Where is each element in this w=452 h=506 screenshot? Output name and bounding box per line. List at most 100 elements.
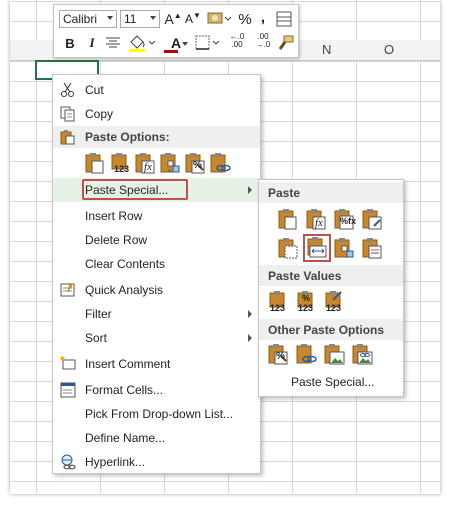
sub-formatting-button[interactable]: % <box>267 343 289 365</box>
format-painter-mini-button[interactable] <box>275 10 293 28</box>
chevron-down-icon <box>182 42 188 46</box>
font-size-value: 11 <box>124 12 137 26</box>
transpose-icon <box>160 153 180 173</box>
sub-linked-picture-button[interactable] <box>351 343 373 365</box>
font-color-icon: A <box>170 35 182 51</box>
shrink-font-icon: A <box>185 12 194 26</box>
font-name-value: Calibri <box>63 12 98 26</box>
paste-button[interactable] <box>84 152 106 174</box>
fill-color-bucket-icon <box>129 35 156 52</box>
sub-values-source-formatting-button[interactable]: 123 <box>323 290 345 313</box>
scissors-icon <box>61 82 74 97</box>
submenu-section-paste: Paste <box>259 182 403 203</box>
menu-item-label: Pick From Drop-down List... <box>85 407 234 421</box>
grow-font-button[interactable]: A ▲ <box>164 10 182 28</box>
paste-values-button[interactable]: 123 <box>109 152 131 174</box>
menu-item-quick-analysis[interactable]: Quick Analysis <box>53 278 260 302</box>
paste-transpose-button[interactable] <box>159 152 181 174</box>
paste-clipboard-icon <box>85 153 104 174</box>
menu-item-filter[interactable]: Filter <box>53 302 260 326</box>
shrink-font-button[interactable]: A ▼ <box>184 10 202 28</box>
align-center-icon <box>106 37 120 48</box>
menu-item-copy[interactable]: Copy <box>53 102 260 126</box>
percent-text: % <box>276 351 285 362</box>
format-cells-icon <box>60 382 76 398</box>
bold-button[interactable]: B <box>62 34 78 52</box>
menu-item-hyperlink[interactable]: Hyperlink... <box>53 450 260 474</box>
menu-item-sort[interactable]: Sort <box>53 326 260 350</box>
paste-clipboard-icon <box>278 209 297 230</box>
menu-item-label: Insert Row <box>85 209 143 223</box>
keep-column-widths-icon <box>307 237 327 258</box>
menu-item-clear-contents[interactable]: Clear Contents <box>53 252 260 276</box>
menu-item-delete-row[interactable]: Delete Row <box>53 228 260 252</box>
paste-formulas-button[interactable]: fx <box>134 152 156 174</box>
borders-icon <box>195 35 220 50</box>
menu-item-label: Quick Analysis <box>85 283 164 297</box>
menu-item-insert-row[interactable]: Insert Row <box>53 204 260 228</box>
sub-keep-source-formatting-button[interactable] <box>361 208 383 230</box>
accounting-format-button[interactable] <box>206 10 232 28</box>
paste-options-header: Paste Options: <box>53 126 260 148</box>
hyperlink-icon <box>61 454 76 470</box>
comma-style-button[interactable]: , <box>257 8 269 26</box>
new-comment-icon <box>60 356 76 370</box>
italic-button[interactable]: I <box>84 34 100 52</box>
menu-item-label: Hyperlink... <box>85 455 146 469</box>
paste-options-label: Paste Options: <box>85 130 170 144</box>
decrease-decimal-button[interactable]: .00 →.0 <box>252 32 274 50</box>
context-menu: Cut Copy Paste Options: 123 fx % Paste S… <box>52 74 261 474</box>
menu-item-label: Cut <box>85 83 104 97</box>
column-header-n[interactable]: N <box>322 42 331 57</box>
sub-transpose-button[interactable] <box>333 237 355 259</box>
sub-values-button[interactable]: 123 <box>267 290 289 313</box>
paste-link-button[interactable] <box>209 152 231 174</box>
sub-merge-conditional-formatting-button[interactable] <box>361 237 383 259</box>
sub-keep-column-widths-button[interactable] <box>303 234 331 262</box>
percent-text: % <box>302 293 311 303</box>
merge-conditional-formatting-icon <box>362 238 382 259</box>
fill-color-button[interactable] <box>127 34 157 52</box>
font-name-dropdown[interactable]: Calibri <box>59 10 117 28</box>
submenu-section-paste-values: Paste Values <box>259 265 403 286</box>
font-size-dropdown[interactable]: 11 <box>120 10 160 28</box>
increase-decimal-button[interactable]: ←.0 .00 <box>226 32 248 50</box>
sub-picture-button[interactable] <box>323 343 345 365</box>
accounting-format-icon <box>207 12 231 24</box>
menu-item-define-name[interactable]: Define Name... <box>53 426 260 450</box>
percent-style-button[interactable]: % <box>236 10 254 28</box>
menu-item-paste-special[interactable]: Paste Special... <box>53 178 260 202</box>
menu-item-label: Paste Special... <box>85 183 169 197</box>
align-center-button[interactable] <box>104 34 122 52</box>
formulas-text: fx <box>315 217 323 229</box>
submenu-paste-special-link[interactable]: Paste Special... <box>291 375 374 389</box>
no-borders-icon <box>278 238 298 259</box>
paste-formatting-button[interactable]: % <box>184 152 206 174</box>
linked-picture-icon <box>352 344 373 365</box>
borders-table-icon <box>276 11 292 27</box>
format-painter-button[interactable] <box>277 34 295 52</box>
menu-item-pick-from-dropdown[interactable]: Pick From Drop-down List... <box>53 402 260 426</box>
sub-paste-formulas-button[interactable]: fx <box>305 208 327 230</box>
section-label: Other Paste Options <box>268 323 385 337</box>
menu-item-label: Filter <box>85 307 112 321</box>
paste-link-icon <box>296 344 317 364</box>
sub-paste-link-button[interactable] <box>295 343 317 365</box>
sub-values-number-format-button[interactable]: % 123 <box>295 290 317 313</box>
format-painter-brush-icon <box>278 35 294 50</box>
menu-item-insert-comment[interactable]: Insert Comment <box>53 352 260 376</box>
menu-item-cut[interactable]: Cut <box>53 78 260 102</box>
percent-fx-text: %fx <box>340 216 357 226</box>
borders-button[interactable] <box>194 34 222 52</box>
menu-item-format-cells[interactable]: Format Cells... <box>53 378 260 402</box>
sub-no-borders-button[interactable] <box>277 237 299 259</box>
menu-item-label: Insert Comment <box>85 357 171 371</box>
sub-paste-formulas-number-format-button[interactable]: %fx <box>333 208 357 230</box>
values-text: 123 <box>298 303 314 313</box>
chevron-down-icon <box>150 16 156 20</box>
font-color-button[interactable]: A <box>162 34 190 53</box>
paste-formulas-text: fx <box>144 161 152 173</box>
sub-paste-button[interactable] <box>277 208 299 230</box>
column-header-o[interactable]: O <box>384 42 394 57</box>
mini-toolbar: Calibri 11 A ▲ A ▼ % , B I A ←.0 .00 .00… <box>53 4 299 58</box>
